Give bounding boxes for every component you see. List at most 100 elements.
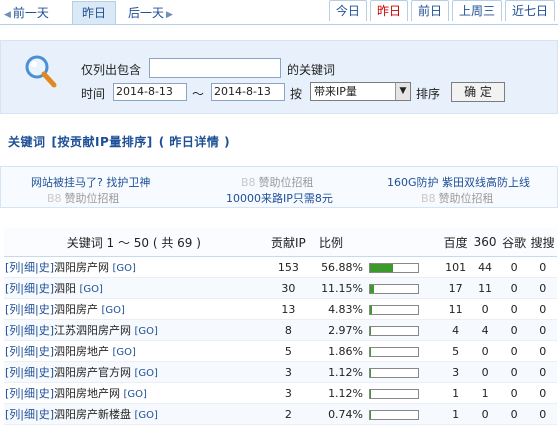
table-header-row: 关键词 1 ～ 50 ( 共 69 ) 贡献IP 比例 百度 360 谷歌 搜搜 bbox=[4, 228, 557, 257]
ratio-cell: 1.12% bbox=[313, 362, 441, 383]
ad-slot-6-label: 赞助位招租 bbox=[439, 192, 494, 205]
360-cell: 1 bbox=[470, 383, 500, 404]
ratio-bar bbox=[369, 326, 419, 336]
keyword-suffix-label: 的关键词 bbox=[287, 61, 335, 78]
ad-slot-4-label: 赞助位招租 bbox=[65, 192, 120, 205]
header-baidu[interactable]: 百度 bbox=[441, 228, 470, 257]
row-links[interactable]: [列|细|史] bbox=[5, 366, 54, 379]
ratio-bar-fill bbox=[370, 327, 371, 335]
ratio-cell: 11.15% bbox=[313, 278, 441, 299]
breadcrumb-detail[interactable]: ( 昨日详情 ) bbox=[159, 135, 230, 149]
ratio-bar bbox=[369, 410, 419, 420]
360-cell: 44 bbox=[470, 257, 500, 278]
row-links[interactable]: [列|细|史] bbox=[5, 261, 54, 274]
tab-yesterday[interactable]: 昨日 bbox=[370, 0, 408, 21]
go-link[interactable]: [GO] bbox=[113, 347, 136, 358]
go-link[interactable]: [GO] bbox=[135, 326, 158, 337]
go-link[interactable]: [GO] bbox=[135, 368, 158, 379]
ratio-cell: 1.12% bbox=[313, 383, 441, 404]
next-day-link[interactable]: 后一天▶ bbox=[128, 4, 173, 21]
header-keyword: 关键词 1 ～ 50 ( 共 69 ) bbox=[4, 228, 264, 257]
sort-select[interactable]: 带来IP量▼ bbox=[310, 82, 411, 101]
ad-slot-6[interactable]: B8赞助位招租 bbox=[421, 190, 494, 206]
ratio-bar bbox=[369, 368, 419, 378]
ratio-percent: 1.12% bbox=[319, 366, 363, 379]
table-row: [列|细|史]泗阳房地产网 [GO]31.12%1100 bbox=[4, 383, 557, 404]
row-links[interactable]: [列|细|史] bbox=[5, 408, 54, 421]
sogou-cell: 0 bbox=[528, 404, 557, 425]
tab-today[interactable]: 今日 bbox=[329, 0, 367, 21]
ratio-bar-fill bbox=[370, 348, 371, 356]
ad-slot-4[interactable]: B8赞助位招租 bbox=[47, 190, 120, 206]
ad-link-3[interactable]: 160G防护 紫田双线高防上线 bbox=[387, 174, 530, 190]
google-cell: 0 bbox=[500, 362, 529, 383]
ratio-bar bbox=[369, 305, 419, 315]
keyword-text: 泗阳房产新楼盘 bbox=[54, 408, 131, 421]
prev-day-label: 前一天 bbox=[13, 6, 49, 20]
table-row: [列|细|史]泗阳房产 [GO]134.83%11000 bbox=[4, 299, 557, 320]
go-link[interactable]: [GO] bbox=[124, 389, 147, 400]
keyword-cell: [列|细|史]江苏泗阳房产网 [GO] bbox=[4, 320, 264, 341]
row-links[interactable]: [列|细|史] bbox=[5, 303, 54, 316]
magnifier-icon bbox=[23, 54, 57, 88]
keyword-cell: [列|细|史]泗阳房地产 [GO] bbox=[4, 341, 264, 362]
ratio-percent: 2.97% bbox=[319, 324, 363, 337]
chevron-down-icon: ▼ bbox=[395, 83, 410, 100]
date-to-input[interactable]: 2014-8-13 bbox=[211, 83, 285, 101]
baidu-cell: 1 bbox=[441, 383, 470, 404]
header-sogou[interactable]: 搜搜 bbox=[528, 228, 557, 257]
ad-slot-2-label: 赞助位招租 bbox=[259, 176, 314, 189]
row-links[interactable]: [列|细|史] bbox=[5, 324, 54, 337]
only-list-label: 仅列出包含 bbox=[81, 61, 141, 78]
keyword-text: 江苏泗阳房产网 bbox=[54, 324, 131, 337]
tab-last-7-days[interactable]: 近七日 bbox=[505, 0, 555, 21]
ad-box: 网站被挂马了? 找护卫神 B8赞助位招租 160G防护 紫田双线高防上线 B8赞… bbox=[0, 166, 558, 208]
keyword-table: 关键词 1 ～ 50 ( 共 69 ) 贡献IP 比例 百度 360 谷歌 搜搜… bbox=[4, 228, 557, 425]
360-cell: 0 bbox=[470, 299, 500, 320]
tab-last-wednesday[interactable]: 上周三 bbox=[452, 0, 502, 21]
ratio-percent: 11.15% bbox=[319, 282, 363, 295]
b8-icon: B8 bbox=[241, 176, 256, 189]
ad-link-5[interactable]: 10000来路IP只需8元 bbox=[226, 190, 333, 206]
ratio-cell: 0.74% bbox=[313, 404, 441, 425]
ratio-percent: 0.74% bbox=[319, 408, 363, 421]
ratio-bar-fill bbox=[370, 285, 374, 293]
date-from-input[interactable]: 2014-8-13 bbox=[113, 83, 187, 101]
go-link[interactable]: [GO] bbox=[113, 263, 136, 274]
sogou-cell: 0 bbox=[528, 278, 557, 299]
keyword-text: 泗阳房地产 bbox=[54, 345, 109, 358]
go-link[interactable]: [GO] bbox=[102, 305, 125, 316]
confirm-button[interactable]: 确 定 bbox=[451, 82, 505, 102]
breadcrumb-keyword[interactable]: 关键词 bbox=[8, 135, 46, 149]
360-cell: 0 bbox=[470, 404, 500, 425]
ip-cell: 5 bbox=[264, 341, 313, 362]
go-link[interactable]: [GO] bbox=[80, 284, 103, 295]
row-links[interactable]: [列|细|史] bbox=[5, 345, 54, 358]
ad-slot-2[interactable]: B8赞助位招租 bbox=[241, 174, 314, 190]
prev-day-link[interactable]: ◀前一天 bbox=[4, 4, 49, 21]
arrow-right-icon: ▶ bbox=[166, 10, 173, 20]
row-links[interactable]: [列|细|史] bbox=[5, 282, 54, 295]
google-cell: 0 bbox=[500, 299, 529, 320]
row-links[interactable]: [列|细|史] bbox=[5, 387, 54, 400]
keyword-input[interactable] bbox=[149, 58, 281, 78]
tab-day-before[interactable]: 前日 bbox=[411, 0, 449, 21]
ad-link-1[interactable]: 网站被挂马了? 找护卫神 bbox=[31, 174, 150, 190]
go-link[interactable]: [GO] bbox=[135, 410, 158, 421]
baidu-cell: 17 bbox=[441, 278, 470, 299]
by-label: 按 bbox=[290, 85, 302, 102]
ratio-percent: 1.86% bbox=[319, 345, 363, 358]
header-ip[interactable]: 贡献IP bbox=[264, 228, 313, 257]
keyword-text: 泗阳房产网 bbox=[54, 261, 109, 274]
google-cell: 0 bbox=[500, 341, 529, 362]
breadcrumb-sort[interactable]: [按贡献IP量排序] bbox=[52, 135, 153, 149]
sogou-cell: 0 bbox=[528, 341, 557, 362]
ratio-bar-fill bbox=[370, 306, 372, 314]
baidu-cell: 101 bbox=[441, 257, 470, 278]
header-google[interactable]: 谷歌 bbox=[500, 228, 529, 257]
header-360[interactable]: 360 bbox=[470, 228, 500, 257]
ratio-bar-fill bbox=[370, 264, 393, 272]
ip-cell: 30 bbox=[264, 278, 313, 299]
keyword-cell: [列|细|史]泗阳房产网 [GO] bbox=[4, 257, 264, 278]
keyword-text: 泗阳房地产网 bbox=[54, 387, 120, 400]
